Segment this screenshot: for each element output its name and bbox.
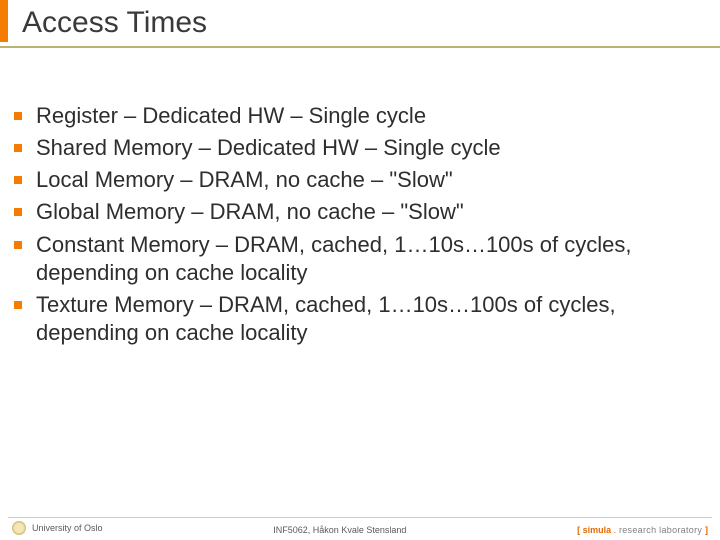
footer-left-text: University of Oslo <box>32 523 103 533</box>
footer-divider <box>8 517 712 518</box>
footer-brand: [ simula . research laboratory ] <box>577 525 708 535</box>
brand-close: ] <box>705 525 708 535</box>
footer-left: University of Oslo <box>12 521 103 535</box>
list-item: Shared Memory – Dedicated HW – Single cy… <box>14 134 690 162</box>
list-item: Local Memory – DRAM, no cache – "Slow" <box>14 166 690 194</box>
title-accent-bar <box>0 0 8 42</box>
slide-title: Access Times <box>22 6 720 40</box>
brand-main: simula <box>580 525 614 535</box>
bullet-icon <box>14 301 22 309</box>
bullet-icon <box>14 241 22 249</box>
title-wrap: Access Times <box>0 0 720 40</box>
bullet-icon <box>14 208 22 216</box>
bullet-list: Register – Dedicated HW – Single cycle S… <box>14 102 690 351</box>
footer: University of Oslo INF5062, Håkon Kvale … <box>0 521 720 535</box>
brand-rest: research laboratory <box>616 525 705 535</box>
bullet-text: Global Memory – DRAM, no cache – "Slow" <box>36 198 464 226</box>
bullet-text: Texture Memory – DRAM, cached, 1…10s…100… <box>36 291 690 347</box>
list-item: Global Memory – DRAM, no cache – "Slow" <box>14 198 690 226</box>
list-item: Constant Memory – DRAM, cached, 1…10s…10… <box>14 231 690 287</box>
bullet-text: Constant Memory – DRAM, cached, 1…10s…10… <box>36 231 690 287</box>
slide: Access Times Register – Dedicated HW – S… <box>0 0 720 540</box>
list-item: Texture Memory – DRAM, cached, 1…10s…100… <box>14 291 690 347</box>
bullet-text: Shared Memory – Dedicated HW – Single cy… <box>36 134 501 162</box>
bullet-text: Register – Dedicated HW – Single cycle <box>36 102 426 130</box>
bullet-text: Local Memory – DRAM, no cache – "Slow" <box>36 166 453 194</box>
list-item: Register – Dedicated HW – Single cycle <box>14 102 690 130</box>
university-seal-icon <box>12 521 26 535</box>
bullet-icon <box>14 176 22 184</box>
title-underline <box>0 46 720 48</box>
bullet-icon <box>14 144 22 152</box>
footer-center-text: INF5062, Håkon Kvale Stensland <box>273 525 406 535</box>
bullet-icon <box>14 112 22 120</box>
